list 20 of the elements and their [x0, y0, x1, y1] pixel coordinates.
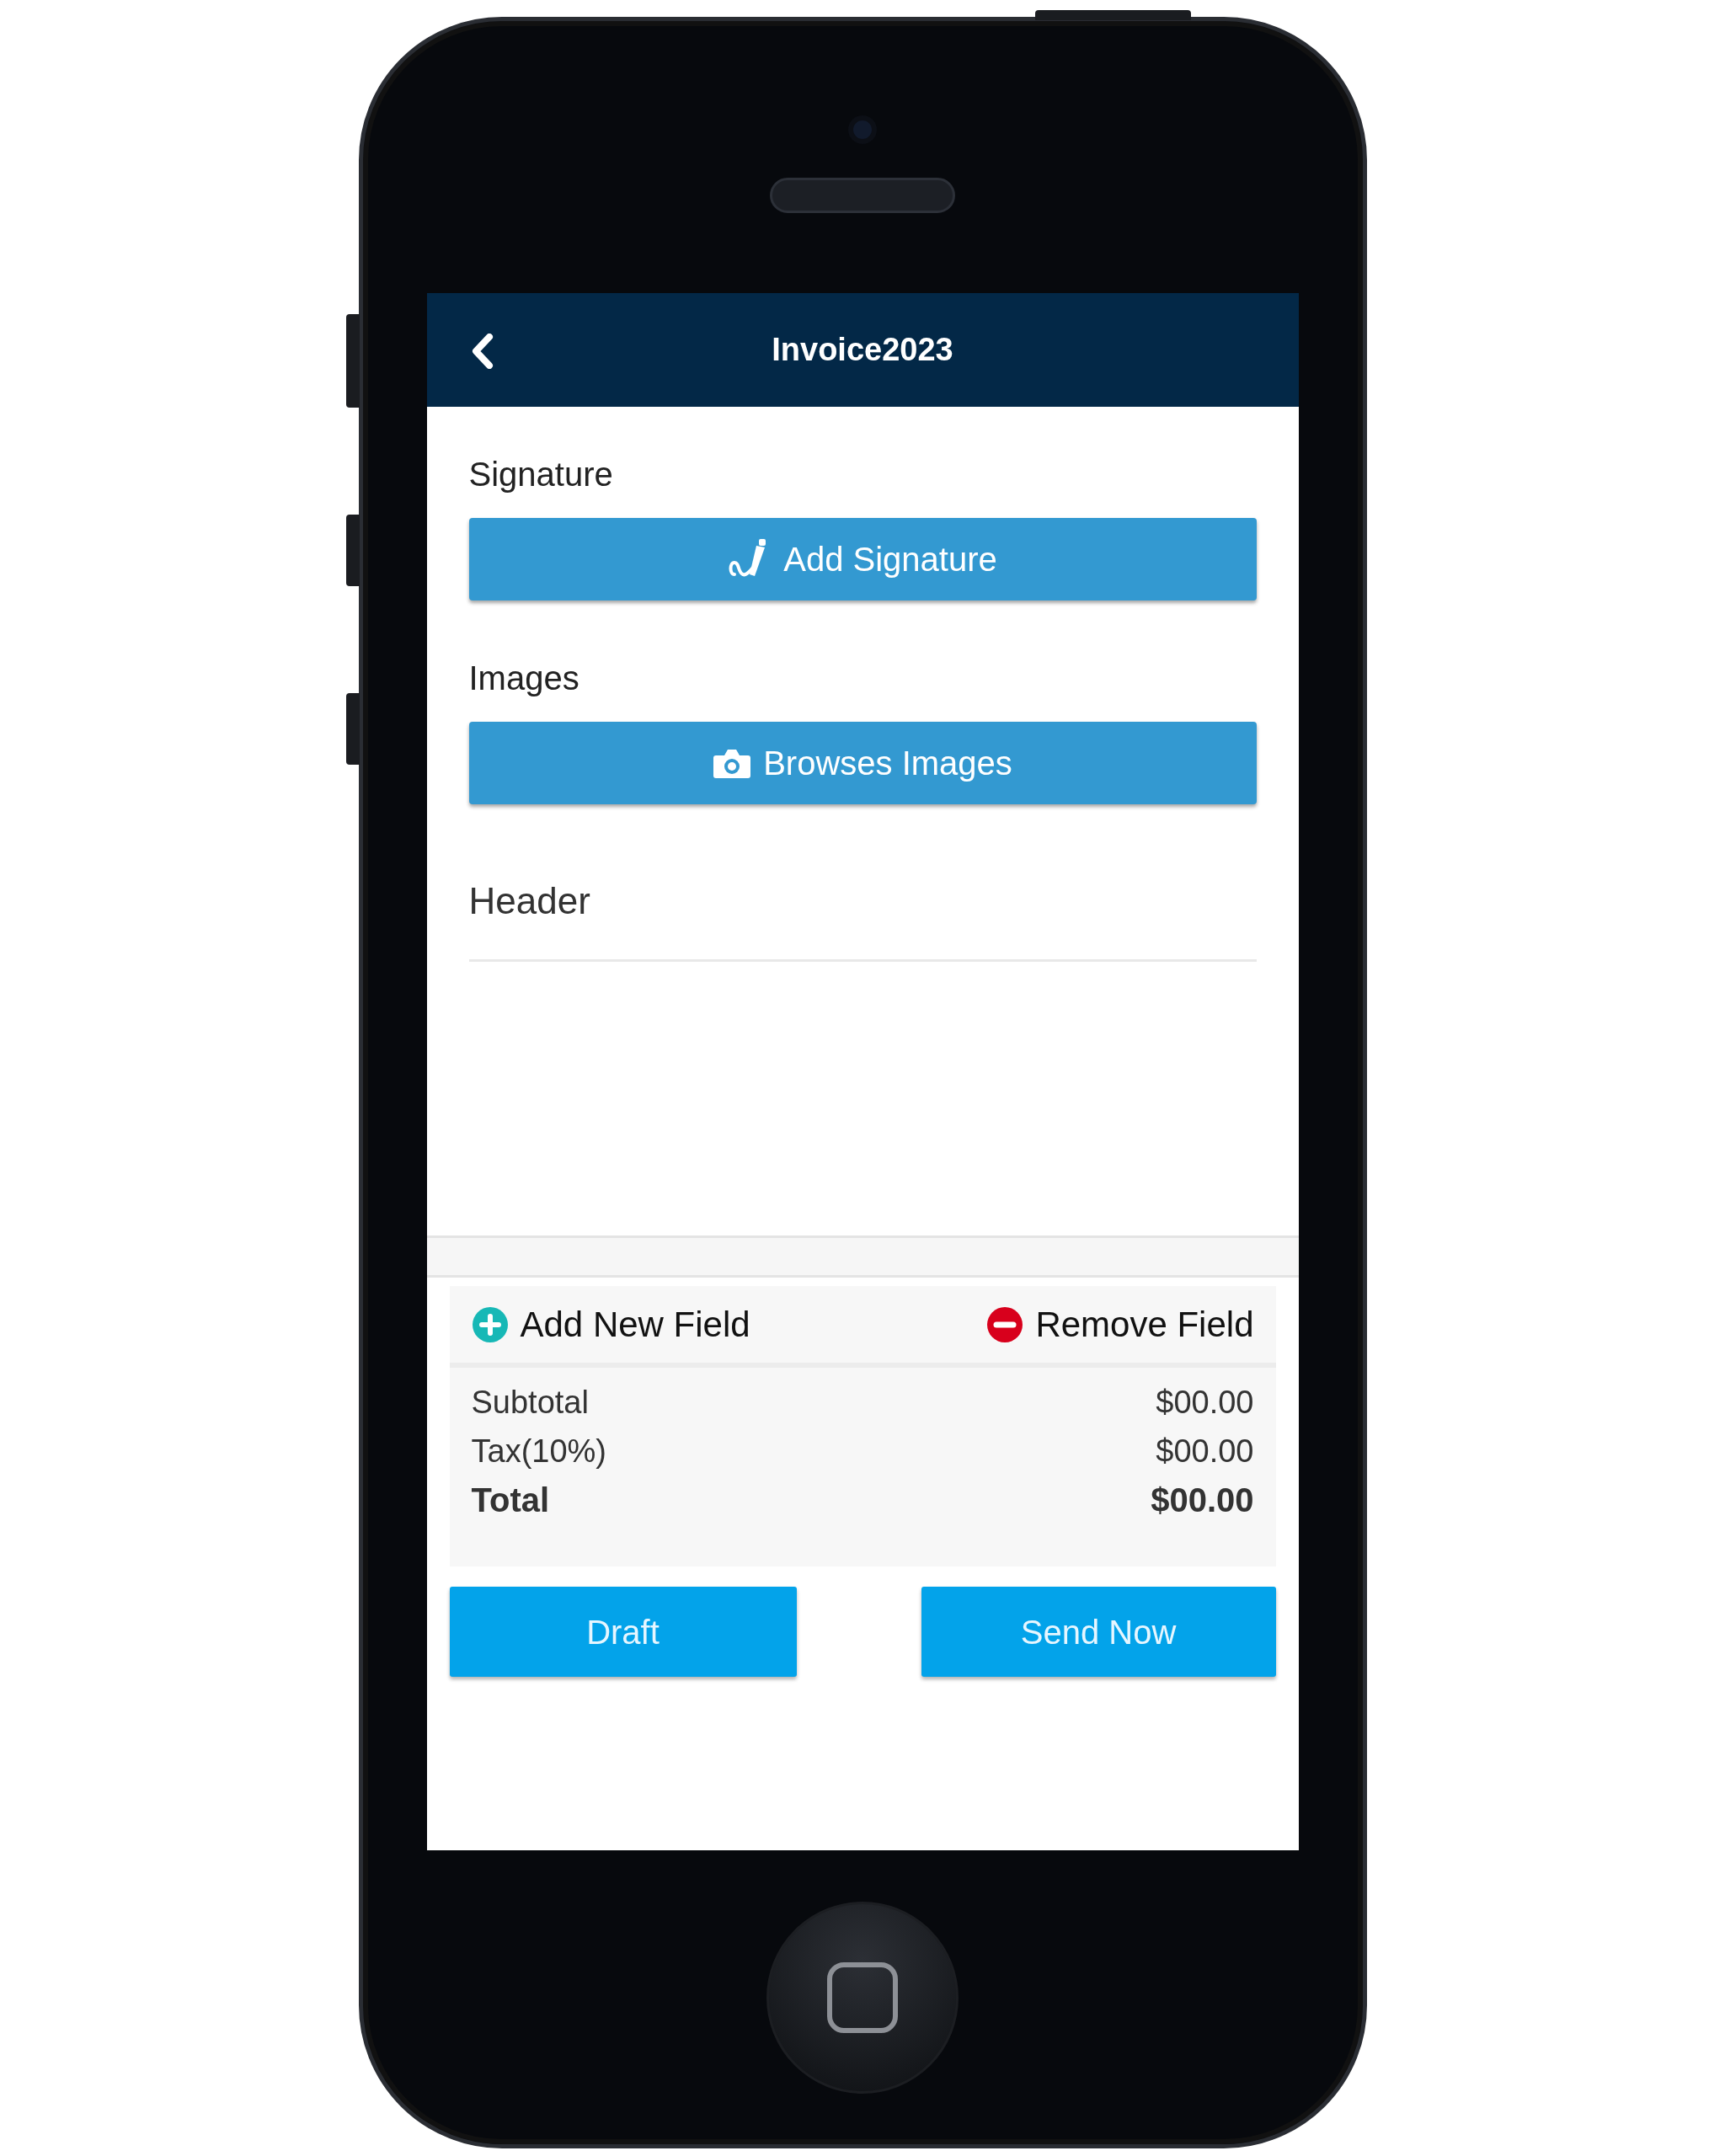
send-now-button[interactable]: Send Now — [921, 1587, 1276, 1677]
screen-title: Invoice2023 — [772, 331, 953, 369]
draft-button[interactable]: Draft — [449, 1587, 797, 1677]
home-square-icon — [827, 1961, 898, 2033]
total-value: $00.00 — [1151, 1481, 1254, 1520]
total-value: $00.00 — [1156, 1384, 1254, 1422]
add-field-button[interactable]: Add New Field — [471, 1298, 750, 1351]
browse-images-button[interactable]: Browses Images — [468, 722, 1257, 804]
camera-lens — [848, 115, 877, 144]
total-value: $00.00 — [1156, 1433, 1254, 1470]
add-circle-icon — [471, 1305, 509, 1343]
section-label: Images — [468, 659, 580, 698]
remove-field-button[interactable]: Remove Field — [986, 1298, 1254, 1351]
total-label: Subtotal — [471, 1384, 589, 1422]
total-label: Total — [471, 1481, 550, 1520]
add-signature-button[interactable]: Add Signature — [468, 518, 1257, 600]
section-label: Signature — [468, 455, 614, 494]
camera-icon — [713, 747, 752, 779]
total-label: Tax(10%) — [471, 1433, 606, 1470]
minus-circle-icon — [986, 1305, 1024, 1343]
